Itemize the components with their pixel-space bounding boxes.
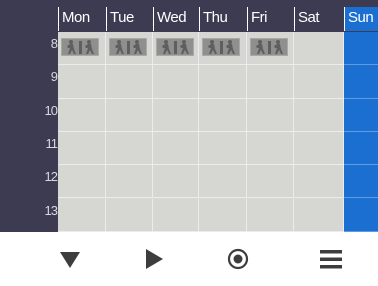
day-header-sun[interactable]: Sun [344, 7, 378, 31]
schedule-cell[interactable] [106, 98, 153, 132]
schedule-cell[interactable] [58, 131, 106, 166]
day-header-mon[interactable]: Mon [58, 7, 106, 31]
hour-label: 9 [50, 69, 58, 85]
bottom-toolbar [0, 232, 378, 286]
schedule-cell[interactable] [106, 32, 153, 66]
schedule-cell[interactable] [294, 98, 344, 132]
walking-icon [61, 38, 99, 56]
walking-icon [156, 38, 194, 56]
today-column[interactable] [344, 32, 378, 232]
calendar-corner [0, 0, 58, 32]
schedule-cell[interactable] [153, 165, 199, 199]
schedule-cell[interactable] [199, 98, 247, 132]
schedule-cell[interactable] [294, 131, 344, 166]
today-cell[interactable] [344, 65, 378, 99]
schedule-cell[interactable] [153, 131, 199, 166]
day-header-fri[interactable]: Fri [247, 7, 294, 31]
today-cell[interactable] [344, 32, 378, 66]
schedule-cell[interactable] [58, 165, 106, 199]
walking-icon [250, 38, 288, 56]
schedule-cell[interactable] [58, 198, 106, 232]
schedule-cell[interactable] [199, 198, 247, 232]
schedule-cell[interactable] [58, 32, 106, 66]
record-button[interactable] [191, 232, 285, 286]
schedule-cell[interactable] [153, 65, 199, 99]
play-button[interactable] [107, 232, 201, 286]
schedule-cell[interactable] [153, 98, 199, 132]
menu-button[interactable] [284, 232, 378, 286]
down-button[interactable] [23, 232, 117, 286]
today-cell[interactable] [344, 132, 378, 166]
record-icon [227, 248, 249, 270]
schedule-cell[interactable] [199, 65, 247, 99]
triangle-down-icon [60, 252, 80, 268]
schedule-cell[interactable] [199, 32, 247, 66]
walking-icon [202, 38, 240, 56]
schedule-cell[interactable] [106, 65, 153, 99]
schedule-cell[interactable] [58, 98, 106, 132]
hour-label: 10 [44, 102, 58, 118]
day-header-sat[interactable]: Sat [294, 7, 344, 31]
today-cell[interactable] [344, 199, 378, 232]
schedule-cell[interactable] [58, 65, 106, 99]
schedule-cell[interactable] [199, 131, 247, 166]
schedule-cell[interactable] [294, 198, 344, 232]
schedule-cell[interactable] [247, 98, 294, 132]
schedule-cell[interactable] [247, 65, 294, 99]
schedule-cell[interactable] [247, 32, 294, 66]
schedule-cell[interactable] [106, 131, 153, 166]
today-cell[interactable] [344, 165, 378, 199]
play-icon [146, 249, 163, 269]
schedule-grid [58, 32, 344, 232]
schedule-cell[interactable] [106, 198, 153, 232]
hour-label: 12 [44, 169, 58, 185]
schedule-cell[interactable] [294, 65, 344, 99]
today-cell[interactable] [344, 99, 378, 132]
schedule-cell[interactable] [294, 165, 344, 199]
schedule-cell[interactable] [247, 198, 294, 232]
weekly-schedule-screen: Mon Tue Wed Thu Fri Sat Sun 8 9 10 11 12 13 [0, 0, 378, 286]
hour-label: 13 [44, 202, 58, 218]
walking-icon [109, 38, 147, 56]
schedule-cell[interactable] [106, 165, 153, 199]
day-header-tue[interactable]: Tue [106, 7, 153, 31]
menu-icon [320, 250, 342, 269]
hour-label: 8 [50, 36, 58, 51]
schedule-cell[interactable] [247, 165, 294, 199]
hour-label: 11 [45, 135, 59, 151]
schedule-cell[interactable] [153, 198, 199, 232]
weekly-calendar: Mon Tue Wed Thu Fri Sat Sun 8 9 10 11 12 13 [0, 0, 378, 232]
schedule-cell[interactable] [153, 32, 199, 66]
schedule-cell[interactable] [247, 131, 294, 166]
day-header-thu[interactable]: Thu [199, 7, 247, 31]
schedule-cell[interactable] [199, 165, 247, 199]
day-header-wed[interactable]: Wed [153, 7, 199, 31]
schedule-cell[interactable] [294, 32, 344, 66]
